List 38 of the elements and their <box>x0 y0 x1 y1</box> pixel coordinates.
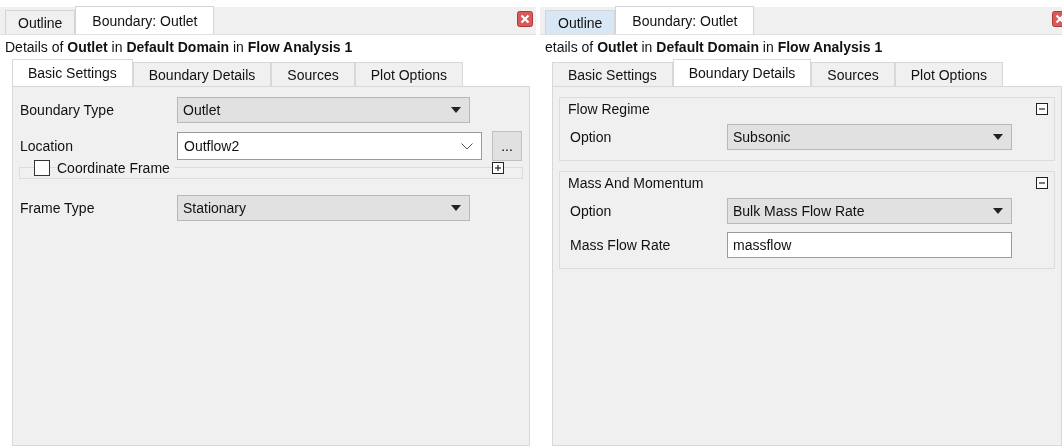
panel-tab[interactable]: Boundary: Outlet <box>75 6 215 34</box>
caret-icon <box>451 107 461 113</box>
caret-icon <box>451 205 461 211</box>
settings-tab[interactable]: Sources <box>811 62 895 86</box>
collapse-icon[interactable] <box>1036 177 1048 189</box>
expand-icon[interactable] <box>492 162 504 174</box>
caret-icon <box>993 208 1003 214</box>
settings-tab[interactable]: Sources <box>271 62 355 86</box>
close-icon[interactable] <box>517 11 533 27</box>
field-label: Mass Flow Rate <box>569 237 672 253</box>
dropdown[interactable]: Outlet <box>177 97 470 123</box>
panel-tab[interactable]: Outline <box>545 10 616 34</box>
settings-tab[interactable]: Plot Options <box>354 62 463 86</box>
details-caption: Details of Outlet in Default Domain in Flow Analysis 1 <box>5 39 353 55</box>
field-label: Boundary Type <box>19 102 115 118</box>
dropdown[interactable]: Stationary <box>177 195 470 221</box>
chevron-icon <box>461 142 473 150</box>
collapse-icon[interactable] <box>1036 103 1048 115</box>
settings-tab[interactable]: Plot Options <box>894 62 1003 86</box>
settings-tab[interactable]: Basic Settings <box>12 59 133 86</box>
field-label: Option <box>569 129 613 145</box>
field-label: Location <box>19 138 74 154</box>
field-label: Option <box>569 203 613 219</box>
checkbox[interactable] <box>34 160 50 176</box>
panel-tab[interactable]: Outline <box>5 10 76 34</box>
settings-tab[interactable]: Boundary Details <box>672 59 812 86</box>
settings-tab[interactable]: Boundary Details <box>132 62 272 86</box>
group-title: Coordinate Frame <box>57 160 174 176</box>
field-label: Frame Type <box>19 200 96 216</box>
details-caption: etails of Outlet in Default Domain in Flow Analysis 1 <box>545 39 883 55</box>
dropdown[interactable]: Subsonic <box>727 124 1012 150</box>
browse-button[interactable]: ... <box>492 131 522 161</box>
panel-tab[interactable]: Boundary: Outlet <box>615 6 755 34</box>
combo-box[interactable]: Outflow2 <box>177 132 482 160</box>
input-field[interactable]: massflow <box>727 232 1012 258</box>
settings-tab[interactable]: Basic Settings <box>552 62 673 86</box>
caret-icon <box>993 134 1003 140</box>
dropdown[interactable]: Bulk Mass Flow Rate <box>727 198 1012 224</box>
